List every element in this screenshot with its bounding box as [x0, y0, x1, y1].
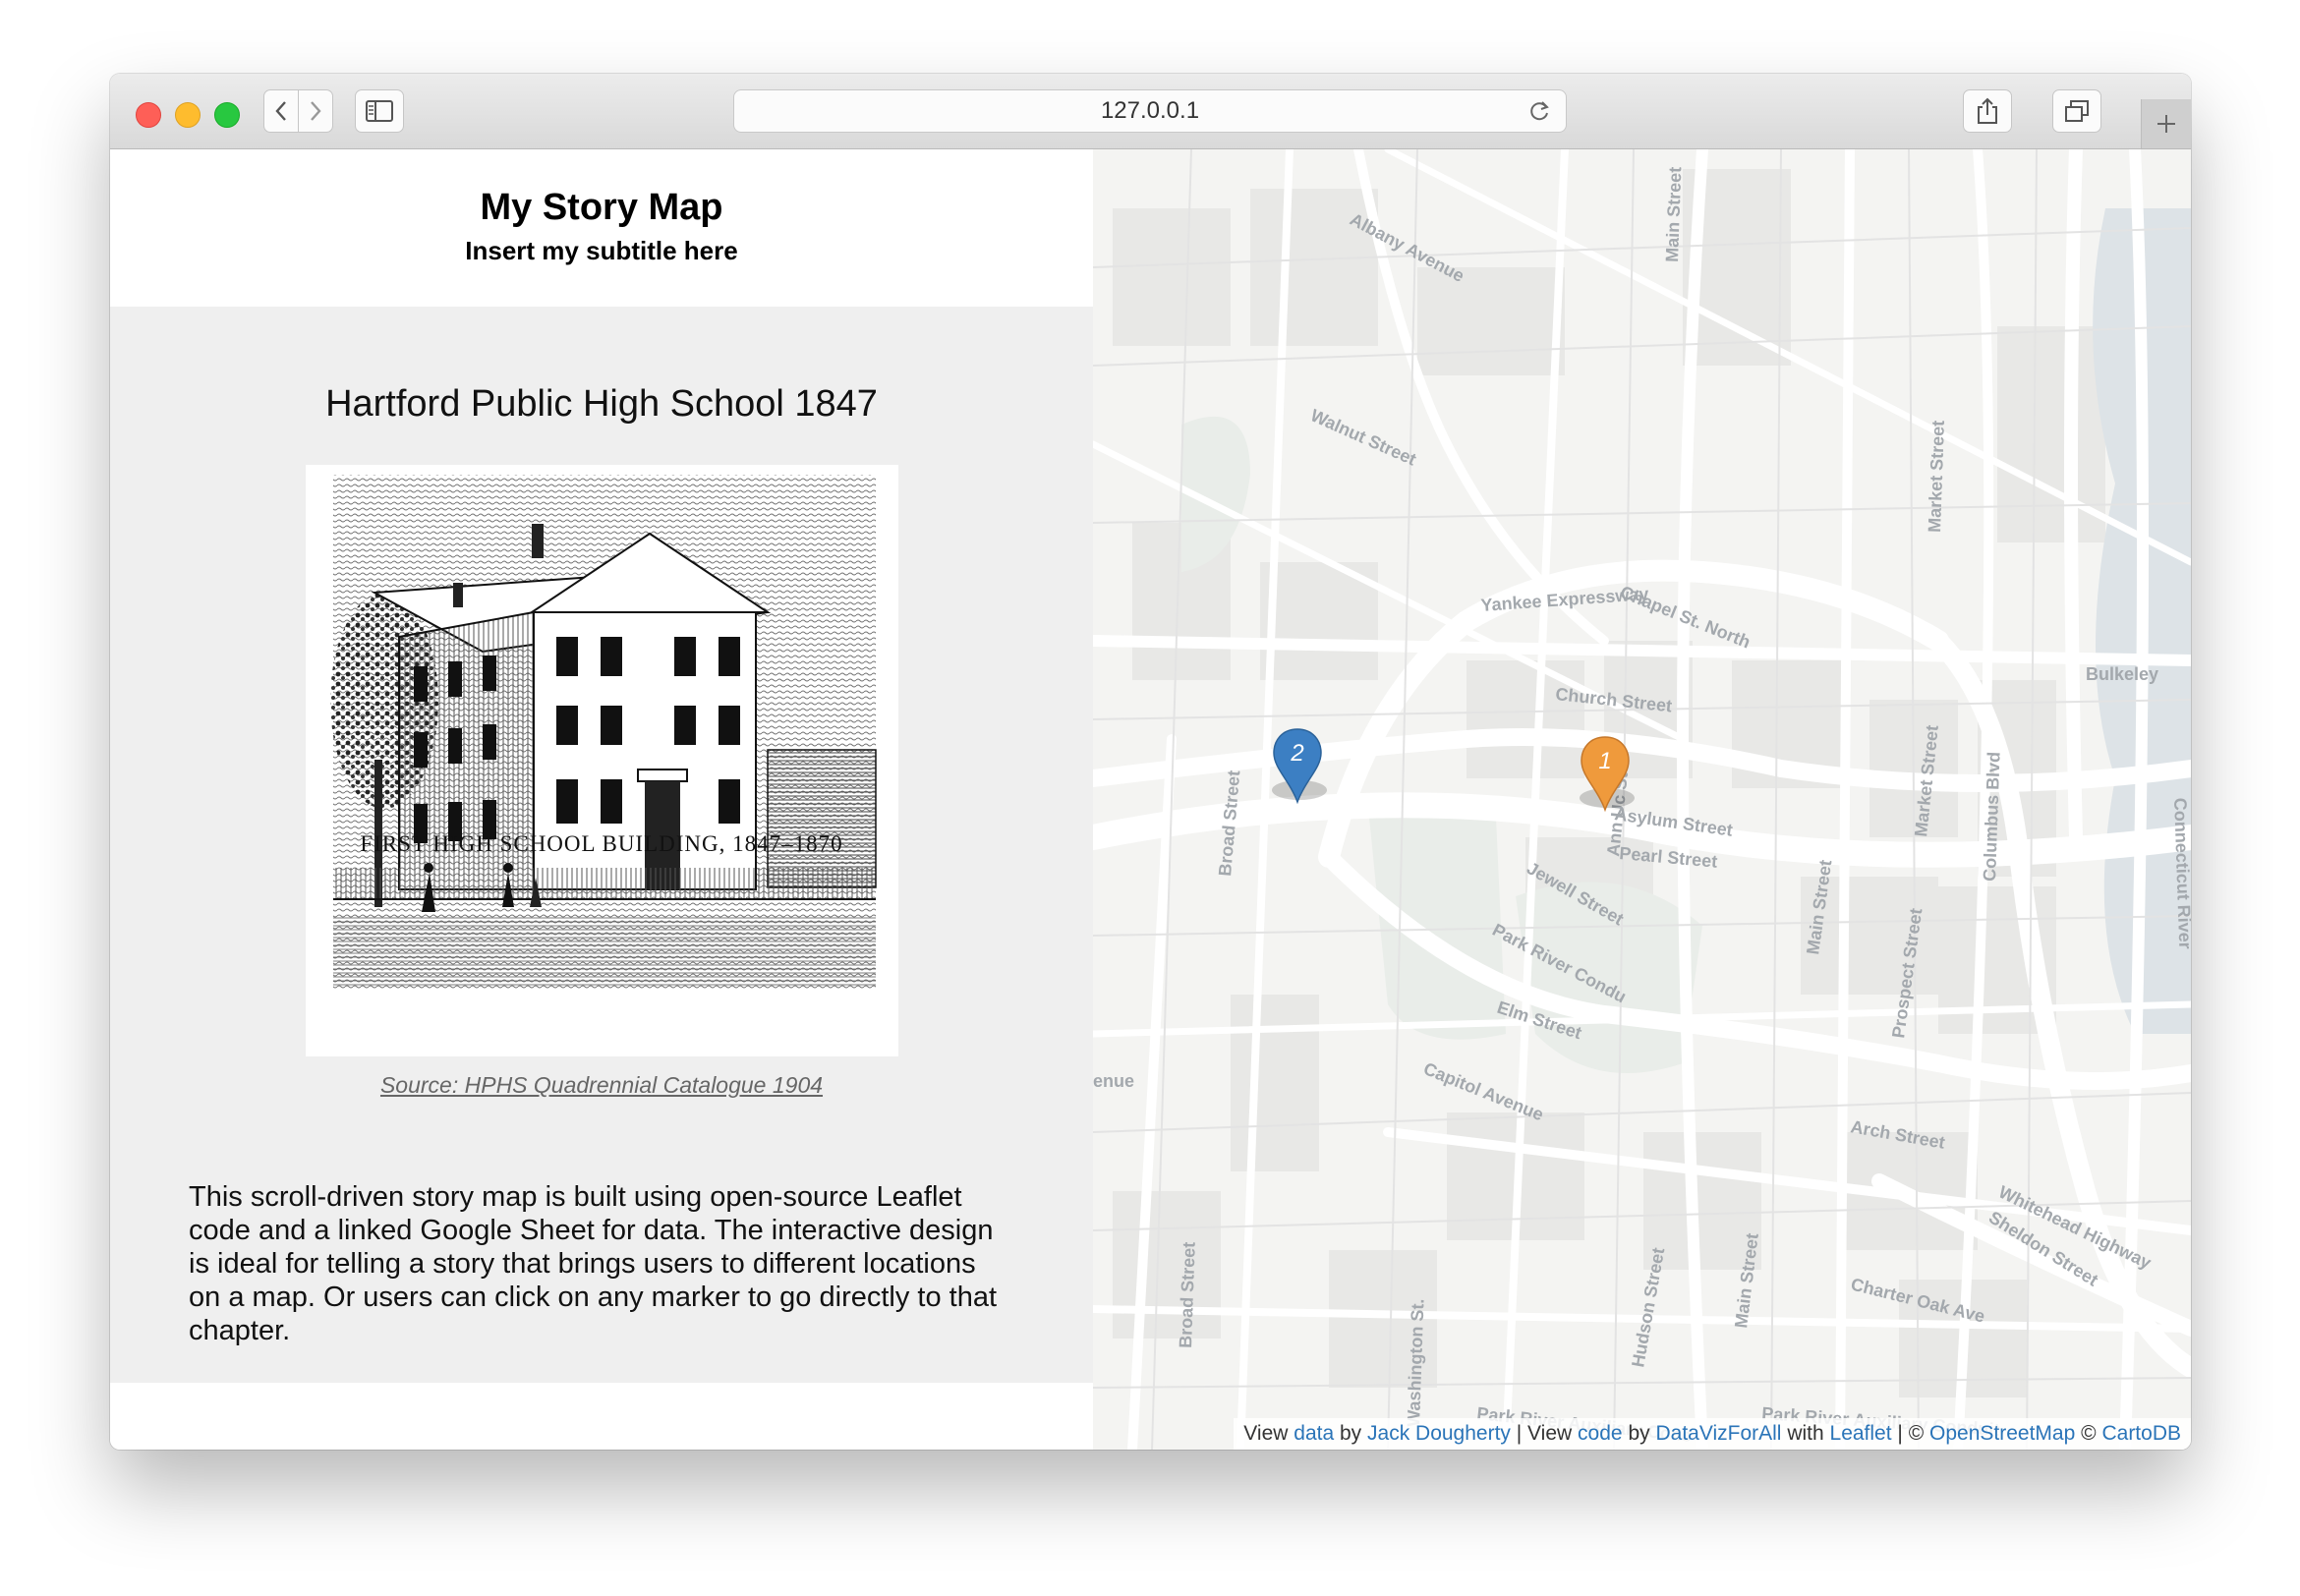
attribution-text-view: View — [1243, 1422, 1289, 1445]
tabs-icon — [2065, 100, 2089, 122]
browser-toolbar: 127.0.0.1 — [110, 74, 2191, 149]
chevron-right-icon — [311, 101, 321, 121]
author-link[interactable]: Jack Dougherty — [1367, 1422, 1511, 1445]
cartodb-link[interactable]: CartoDB — [2101, 1422, 2181, 1445]
attribution-text-by: by — [1339, 1422, 1362, 1445]
tabs-overview-button[interactable] — [2052, 89, 2101, 133]
marker-1-label: 1 — [1598, 748, 1611, 774]
leaflet-link[interactable]: Leaflet — [1830, 1422, 1892, 1445]
sidebar-toggle-button[interactable] — [355, 89, 404, 133]
story-header: My Story Map Insert my subtitle here — [110, 149, 1093, 307]
sidebar-icon — [366, 100, 393, 122]
data-link[interactable]: data — [1294, 1422, 1334, 1445]
page-content: My Story Map Insert my subtitle here Har… — [110, 149, 2191, 1450]
forward-button[interactable] — [298, 89, 333, 133]
chapter-title: Hartford Public High School 1847 — [325, 383, 878, 425]
map-attribution: View data by Jack Dougherty | View code … — [1234, 1418, 2191, 1450]
close-window-button[interactable] — [136, 102, 161, 128]
address-bar[interactable]: 127.0.0.1 — [733, 89, 1567, 133]
attribution-text-copyright: | © — [1897, 1422, 1925, 1445]
chapter-image: FIRST HIGH SCHOOL BUILDING, 1847–1870 — [306, 465, 898, 1056]
street-label-bulkeley: Bulkeley — [2086, 664, 2158, 684]
share-button[interactable] — [1963, 89, 2012, 133]
minimize-window-button[interactable] — [175, 102, 201, 128]
url-text: 127.0.0.1 — [1100, 97, 1200, 124]
code-link[interactable]: code — [1578, 1422, 1623, 1445]
openstreetmap-link[interactable]: OpenStreetMap — [1929, 1422, 2075, 1445]
reload-icon[interactable] — [1526, 98, 1552, 131]
engraving-caption: FIRST HIGH SCHOOL BUILDING, 1847–1870 — [360, 831, 842, 856]
share-icon — [1978, 97, 1997, 124]
map-panel[interactable]: Albany Avenue Walnut Street Main Street … — [1093, 149, 2191, 1450]
page-title: My Story Map — [480, 187, 723, 228]
marker-2-label: 2 — [1290, 740, 1303, 767]
street-label-avenue-edge: enue — [1093, 1071, 1134, 1091]
story-panel[interactable]: My Story Map Insert my subtitle here Har… — [110, 149, 1093, 1450]
zoom-window-button[interactable] — [214, 102, 240, 128]
page-subtitle: Insert my subtitle here — [465, 236, 738, 265]
plus-icon — [2157, 115, 2175, 133]
street-label-main-top: Main Street — [1662, 166, 1685, 262]
chapter-card[interactable]: Hartford Public High School 1847 FIRST H… — [110, 307, 1093, 1383]
new-tab-button[interactable] — [2141, 99, 2191, 148]
chevron-left-icon — [275, 101, 286, 121]
attribution-text-copyright-2: © — [2081, 1422, 2097, 1445]
street-map[interactable]: Albany Avenue Walnut Street Main Street … — [1093, 149, 2191, 1450]
org-link[interactable]: DataVizForAll — [1655, 1422, 1781, 1445]
attribution-text-view-code: | View — [1516, 1422, 1573, 1445]
image-source-link[interactable]: Source: HPHS Quadrennial Catalogue 1904 — [110, 1072, 1093, 1099]
street-label-market-top: Market Street — [1925, 420, 1948, 533]
attribution-text-with: with — [1787, 1422, 1824, 1445]
browser-window: 127.0.0.1 My Story Map Insert my subtitl… — [110, 74, 2191, 1450]
school-building-engraving: FIRST HIGH SCHOOL BUILDING, 1847–1870 — [306, 465, 898, 1056]
street-label-broad-low: Broad Street — [1176, 1241, 1199, 1348]
chapter-description: This scroll-driven story map is built us… — [189, 1181, 998, 1346]
back-button[interactable] — [263, 89, 299, 133]
attribution-text-by-2: by — [1628, 1422, 1650, 1445]
